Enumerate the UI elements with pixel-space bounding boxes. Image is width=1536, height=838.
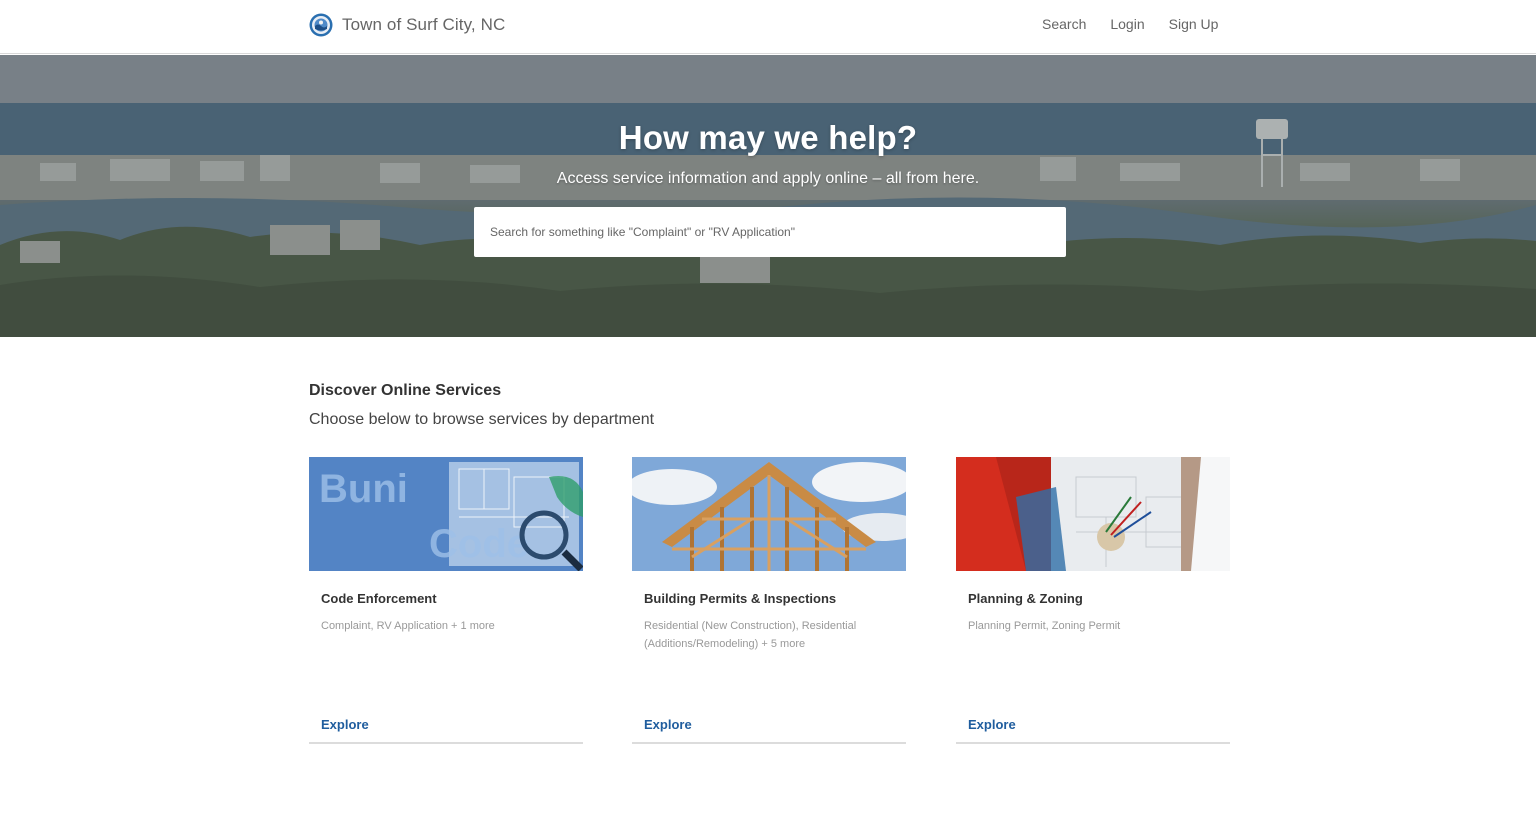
card-description: Complaint, RV Application + 1 more xyxy=(321,620,495,632)
explore-link[interactable]: Explore xyxy=(968,717,1016,732)
town-seal-icon xyxy=(309,13,333,37)
code-enforcement-image: Buni Code xyxy=(309,457,583,571)
planning-zoning-image xyxy=(956,457,1230,571)
svg-text:Buni: Buni xyxy=(319,467,408,511)
card-description: Residential (New Construction), Resident… xyxy=(644,620,857,650)
site-brand[interactable]: Town of Surf City, NC xyxy=(309,13,505,37)
service-card-code-enforcement[interactable]: Buni Code Code Enforcement Complaint, RV… xyxy=(309,457,583,744)
hero-subtitle: Access service information and apply onl… xyxy=(556,170,980,187)
nav-login-link[interactable]: Login xyxy=(1110,16,1144,32)
card-title: Code Enforcement xyxy=(321,591,437,606)
card-title: Building Permits & Inspections xyxy=(644,591,837,606)
section-subtitle: Choose below to browse services by depar… xyxy=(309,411,655,428)
card-title: Planning & Zoning xyxy=(968,591,1083,606)
nav-search-link[interactable]: Search xyxy=(1042,16,1086,32)
service-card-planning-zoning[interactable]: Planning & Zoning Planning Permit, Zonin… xyxy=(956,457,1230,744)
explore-link[interactable]: Explore xyxy=(644,717,692,732)
section-title: Discover Online Services xyxy=(309,382,502,399)
hero-banner: How may we help? Access service informat… xyxy=(0,55,1536,337)
svg-text:Code: Code xyxy=(429,522,529,566)
hero-title: How may we help? xyxy=(618,119,918,156)
card-divider xyxy=(309,742,583,744)
building-permits-image xyxy=(632,457,906,571)
nav-signup-link[interactable]: Sign Up xyxy=(1169,16,1219,32)
card-divider xyxy=(632,742,906,744)
site-name: Town of Surf City, NC xyxy=(342,15,506,34)
card-description: Planning Permit, Zoning Permit xyxy=(968,620,1121,632)
header-nav: Search Login Sign Up xyxy=(1042,16,1218,32)
explore-link[interactable]: Explore xyxy=(321,717,369,732)
card-divider xyxy=(956,742,1230,744)
service-card-building-permits[interactable]: Building Permits & Inspections Residenti… xyxy=(632,457,906,744)
hero-overlay xyxy=(0,55,1536,337)
top-navigation-bar: Town of Surf City, NC Search Login Sign … xyxy=(0,0,1536,54)
service-search-input[interactable] xyxy=(474,207,1066,257)
